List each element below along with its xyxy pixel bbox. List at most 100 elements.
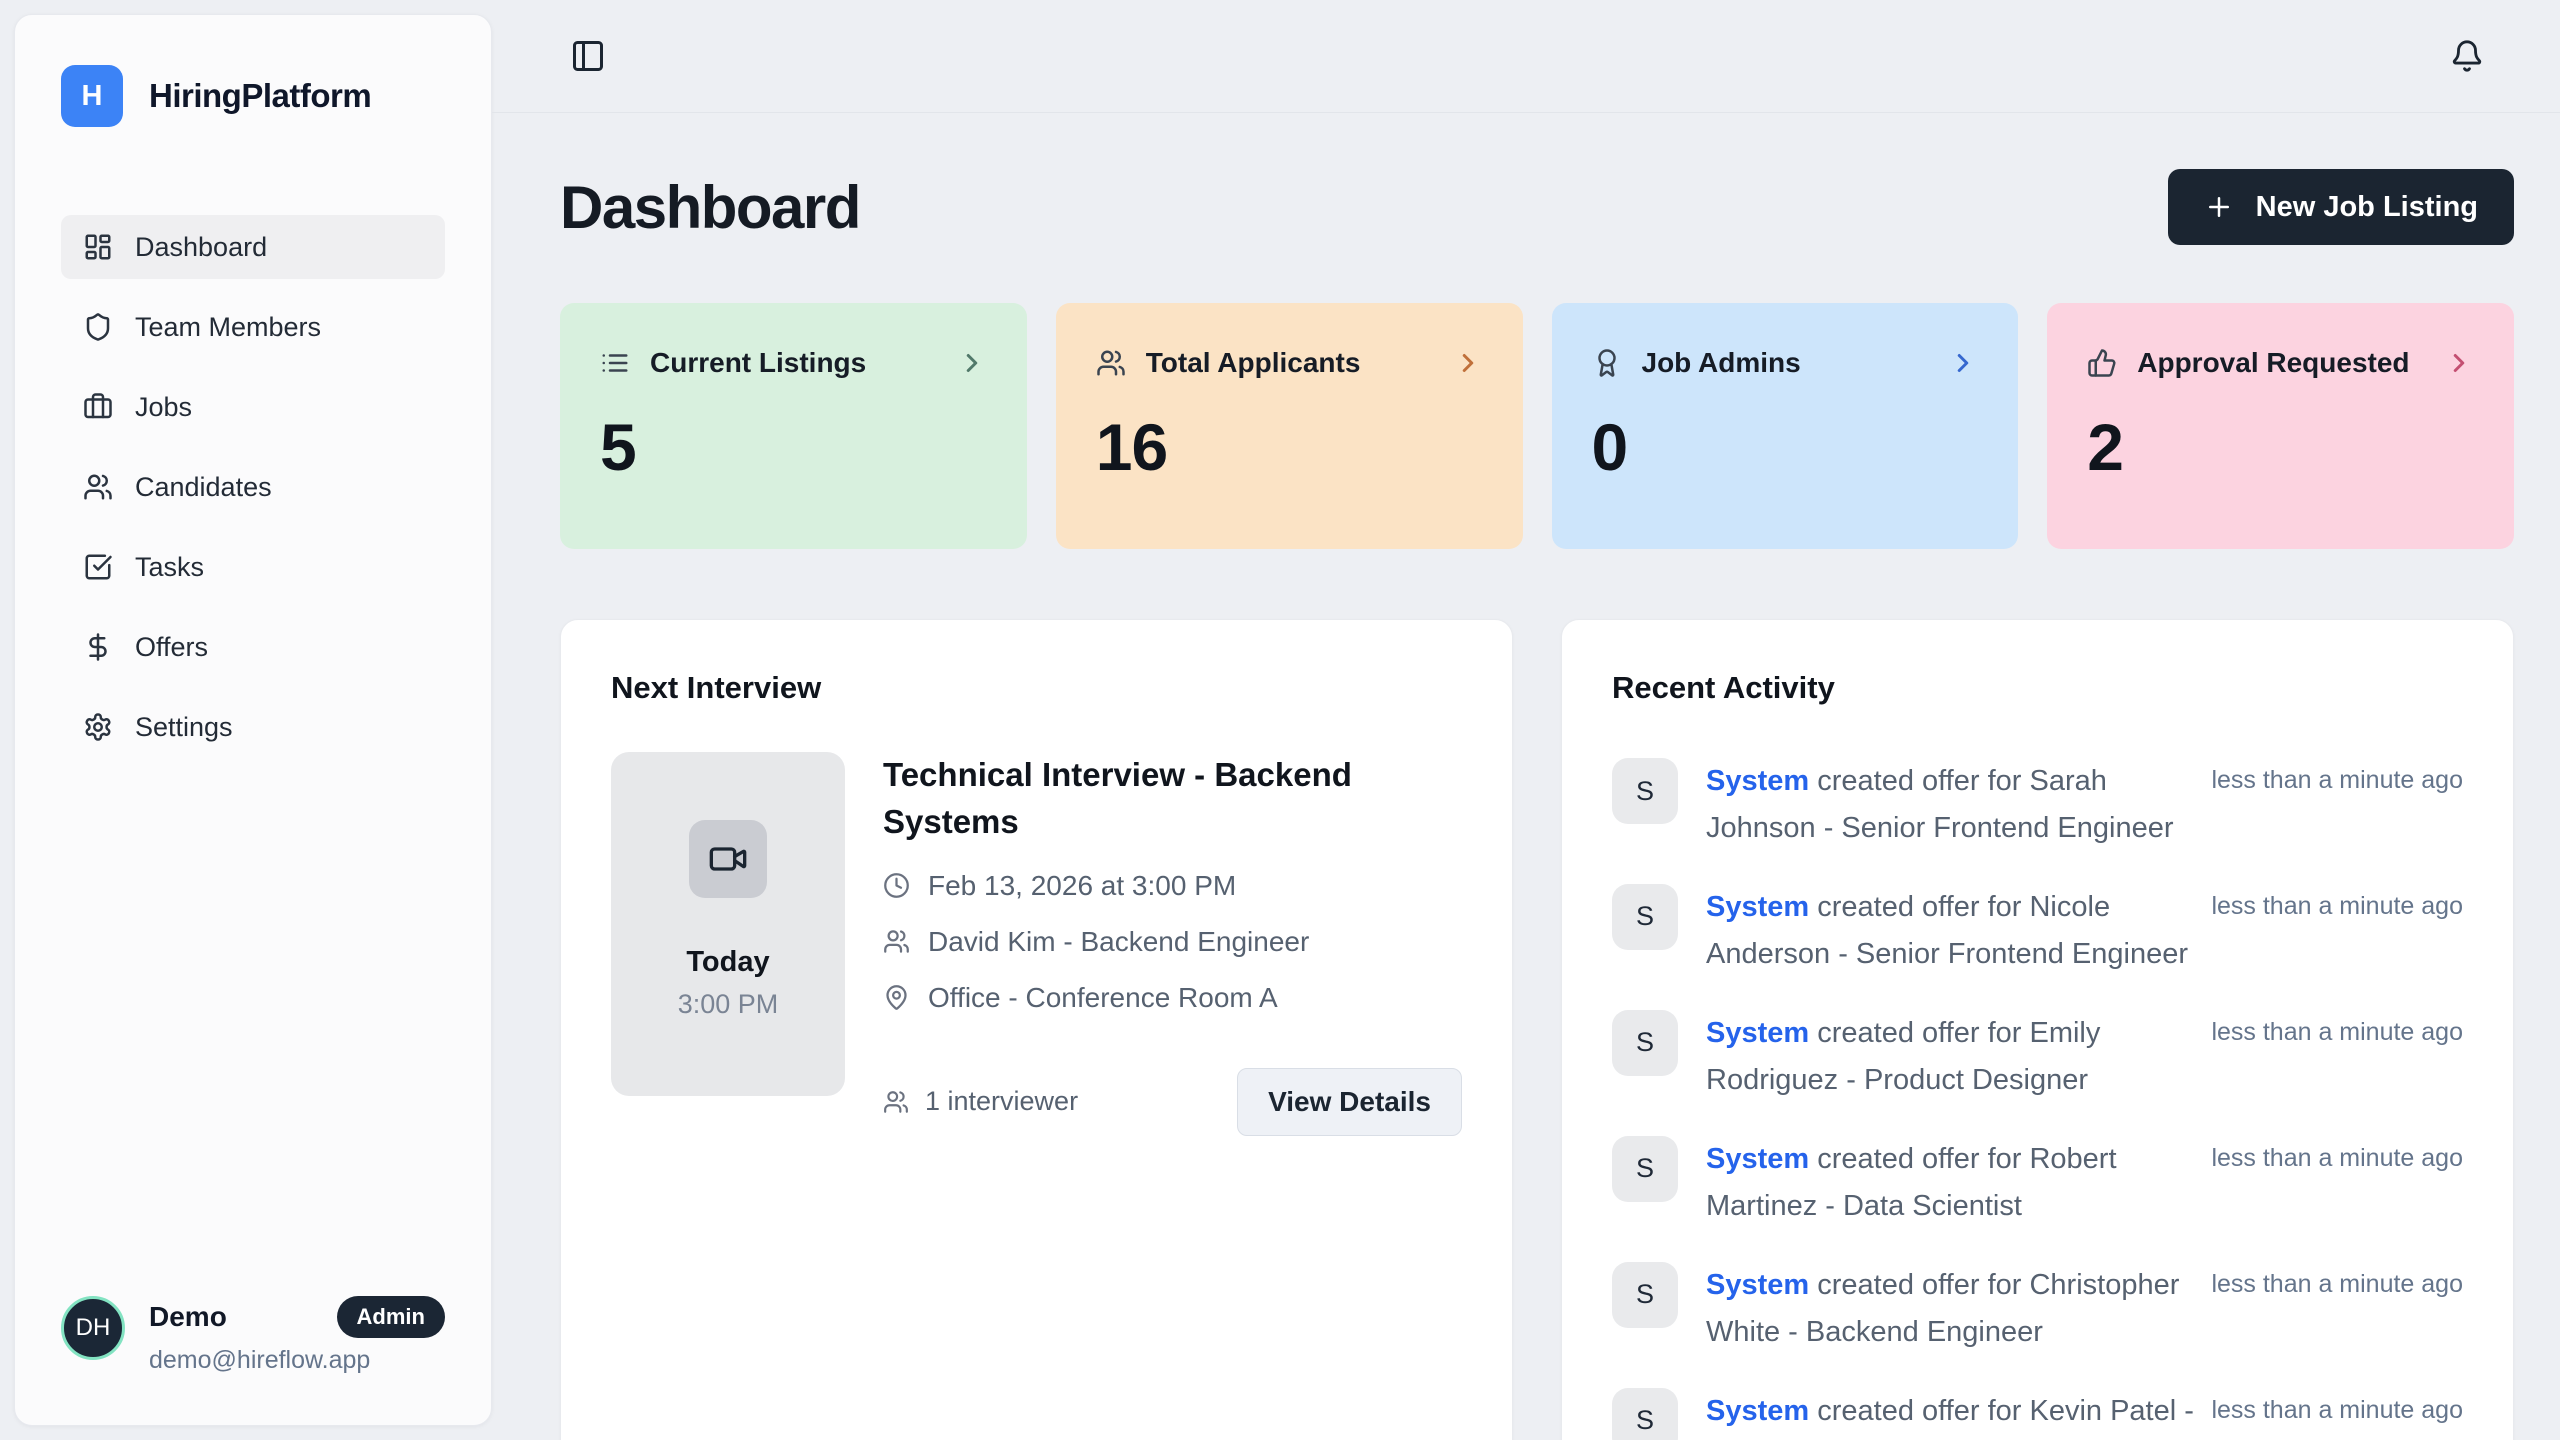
map-pin-icon xyxy=(883,984,910,1011)
activity-timestamp: less than a minute ago xyxy=(2211,1262,2463,1299)
sidebar-item-label: Offers xyxy=(135,632,208,663)
sidebar-item-label: Team Members xyxy=(135,312,321,343)
sidebar-item-tasks[interactable]: Tasks xyxy=(61,535,445,599)
brand-logo: H xyxy=(61,65,123,127)
interview-candidate-row: David Kim - Backend Engineer xyxy=(883,926,1462,958)
panel-left-icon xyxy=(570,38,606,74)
video-icon xyxy=(689,820,767,898)
page-title: Dashboard xyxy=(560,173,860,242)
interview-candidate: David Kim - Backend Engineer xyxy=(928,926,1309,958)
topbar xyxy=(492,0,2560,113)
chevron-right-icon xyxy=(1948,348,1978,378)
stats-row: Current Listings 5 Total Applicants 16 xyxy=(560,303,2514,549)
stat-card-approval-requested[interactable]: Approval Requested 2 xyxy=(2047,303,2514,549)
thumbs-up-icon xyxy=(2087,348,2117,378)
sidebar-item-label: Candidates xyxy=(135,472,272,503)
new-job-listing-label: New Job Listing xyxy=(2256,191,2478,224)
role-badge: Admin xyxy=(337,1296,445,1338)
page-head: Dashboard New Job Listing xyxy=(560,169,2514,245)
plus-icon xyxy=(2204,192,2234,222)
activity-actor-link[interactable]: System xyxy=(1706,1017,1809,1049)
stat-label: Approval Requested xyxy=(2137,347,2409,379)
user-name: Demo xyxy=(149,1301,227,1333)
activity-item: S System created offer for Christopher W… xyxy=(1612,1262,2463,1356)
award-icon xyxy=(1592,348,1622,378)
sidebar-item-label: Jobs xyxy=(135,392,192,423)
interviewer-count: 1 interviewer xyxy=(883,1086,1078,1117)
avatar: DH xyxy=(61,1296,125,1360)
users-icon xyxy=(883,1089,909,1115)
recent-activity-card: Recent Activity S System created offer f… xyxy=(1561,619,2514,1440)
chevron-right-icon xyxy=(1453,348,1483,378)
main-content: Dashboard New Job Listing Current Listin… xyxy=(492,113,2560,1440)
stat-card-total-applicants[interactable]: Total Applicants 16 xyxy=(1056,303,1523,549)
sidebar-item-dashboard[interactable]: Dashboard xyxy=(61,215,445,279)
user-email: demo@hireflow.app xyxy=(149,1346,445,1375)
activity-avatar: S xyxy=(1612,1262,1678,1328)
activity-item: S System created offer for Kevin Patel -… xyxy=(1612,1388,2463,1440)
activity-actor-link[interactable]: System xyxy=(1706,1143,1809,1175)
chevron-right-icon xyxy=(2444,348,2474,378)
brand-name: HiringPlatform xyxy=(149,77,371,115)
stat-card-job-admins[interactable]: Job Admins 0 xyxy=(1552,303,2019,549)
activity-actor-link[interactable]: System xyxy=(1706,765,1809,797)
interview-location-row: Office - Conference Room A xyxy=(883,982,1462,1014)
sidebar-item-settings[interactable]: Settings xyxy=(61,695,445,759)
stat-value: 0 xyxy=(1592,409,1979,485)
recent-activity-heading: Recent Activity xyxy=(1612,670,2463,706)
sidebar-item-team-members[interactable]: Team Members xyxy=(61,295,445,359)
user-meta: Demo Admin demo@hireflow.app xyxy=(149,1296,445,1375)
stat-card-current-listings[interactable]: Current Listings 5 xyxy=(560,303,1027,549)
interview-date-label: Today xyxy=(686,946,769,979)
activity-actor-link[interactable]: System xyxy=(1706,1395,1809,1427)
stat-label: Total Applicants xyxy=(1146,347,1361,379)
panels-row: Next Interview Today 3:00 PM Technical I… xyxy=(560,619,2514,1440)
list-icon xyxy=(600,348,630,378)
activity-actor-link[interactable]: System xyxy=(1706,1269,1809,1301)
chevron-right-icon xyxy=(957,348,987,378)
users-icon xyxy=(83,472,113,502)
sidebar-toggle-button[interactable] xyxy=(564,32,612,80)
view-details-button[interactable]: View Details xyxy=(1237,1068,1462,1136)
new-job-listing-button[interactable]: New Job Listing xyxy=(2168,169,2514,245)
activity-avatar: S xyxy=(1612,758,1678,824)
activity-actor-link[interactable]: System xyxy=(1706,891,1809,923)
activity-timestamp: less than a minute ago xyxy=(2211,1136,2463,1173)
user-profile[interactable]: DH Demo Admin demo@hireflow.app xyxy=(61,1296,445,1375)
sidebar-item-label: Settings xyxy=(135,712,233,743)
activity-timestamp: less than a minute ago xyxy=(2211,1388,2463,1425)
interview-time-label: 3:00 PM xyxy=(678,989,779,1020)
stat-value: 2 xyxy=(2087,409,2474,485)
brand: H HiringPlatform xyxy=(61,65,445,127)
sidebar-nav: Dashboard Team Members Jobs Candidates T… xyxy=(61,215,445,759)
activity-avatar: S xyxy=(1612,1388,1678,1440)
clock-icon xyxy=(883,872,910,899)
activity-avatar: S xyxy=(1612,884,1678,950)
sidebar-item-label: Dashboard xyxy=(135,232,267,263)
activity-avatar: S xyxy=(1612,1010,1678,1076)
users-icon xyxy=(883,928,910,955)
activity-timestamp: less than a minute ago xyxy=(2211,758,2463,795)
bell-icon xyxy=(2450,39,2484,73)
activity-item: S System created offer for Sarah Johnson… xyxy=(1612,758,2463,852)
layout-dashboard-icon xyxy=(83,232,113,262)
sidebar-item-candidates[interactable]: Candidates xyxy=(61,455,445,519)
users-icon xyxy=(1096,348,1126,378)
sidebar: H HiringPlatform Dashboard Team Members … xyxy=(14,14,492,1426)
activity-item: S System created offer for Emily Rodrigu… xyxy=(1612,1010,2463,1104)
notifications-button[interactable] xyxy=(2444,33,2490,79)
sidebar-item-label: Tasks xyxy=(135,552,204,583)
stat-value: 5 xyxy=(600,409,987,485)
interviewer-count-label: 1 interviewer xyxy=(925,1086,1078,1117)
sidebar-item-offers[interactable]: Offers xyxy=(61,615,445,679)
activity-timestamp: less than a minute ago xyxy=(2211,884,2463,921)
activity-item: S System created offer for Nicole Anders… xyxy=(1612,884,2463,978)
stat-label: Current Listings xyxy=(650,347,866,379)
interview-location: Office - Conference Room A xyxy=(928,982,1278,1014)
activity-item: S System created offer for Robert Martin… xyxy=(1612,1136,2463,1230)
interview-datetime-row: Feb 13, 2026 at 3:00 PM xyxy=(883,870,1462,902)
stat-value: 16 xyxy=(1096,409,1483,485)
interview-date-tile: Today 3:00 PM xyxy=(611,752,845,1096)
activity-timestamp: less than a minute ago xyxy=(2211,1010,2463,1047)
sidebar-item-jobs[interactable]: Jobs xyxy=(61,375,445,439)
